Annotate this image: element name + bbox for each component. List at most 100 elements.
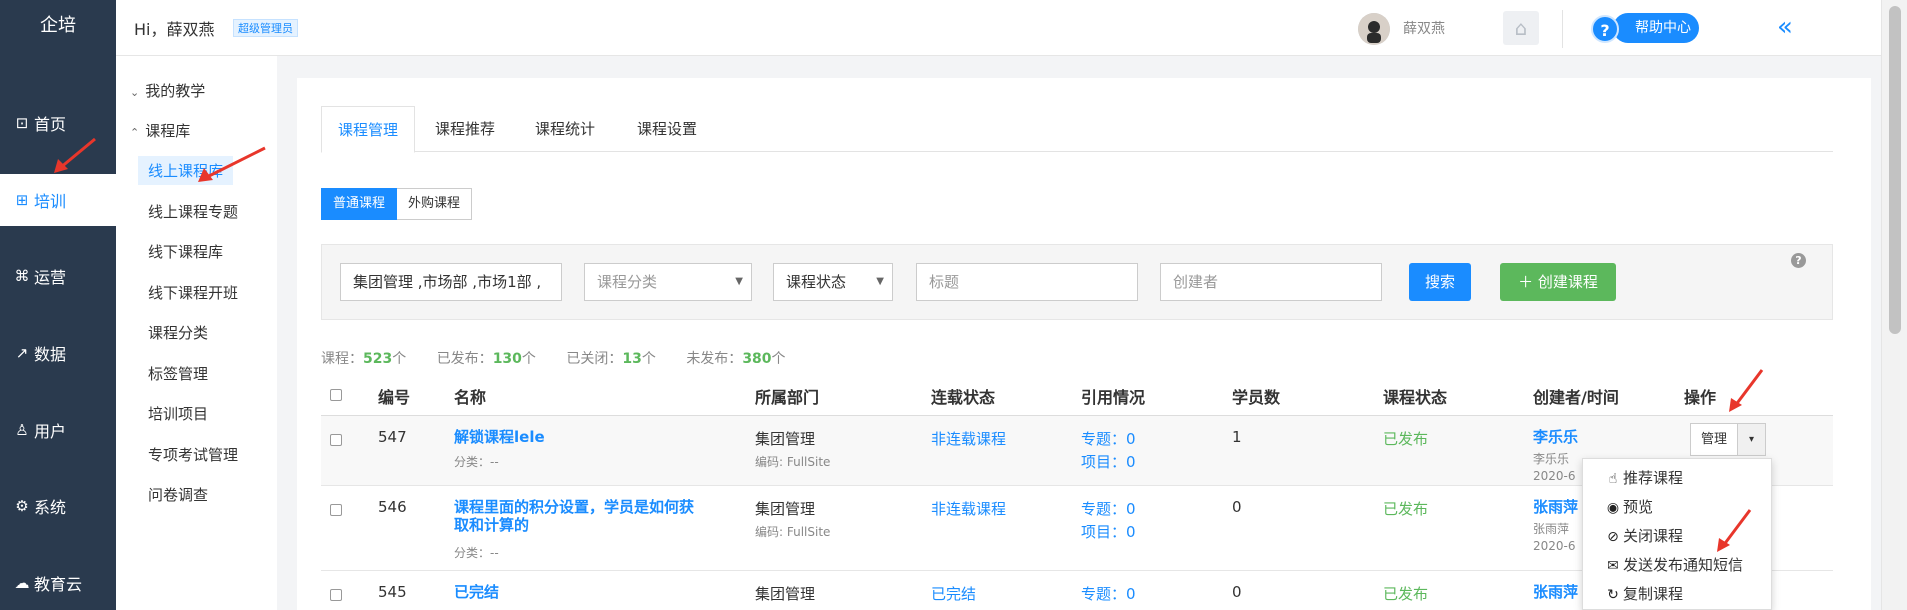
home-icon: ⌂	[1514, 16, 1528, 40]
student-count: 1	[1232, 428, 1242, 446]
ref-topic-link[interactable]: 专题：0	[1081, 428, 1136, 449]
course-name-link[interactable]: 课程里面的积分设置，学员是如何获取和计算的	[454, 498, 699, 534]
nav-label: 教育云	[34, 575, 83, 594]
ref-project-link[interactable]: 项目：0	[1081, 451, 1136, 472]
menu-item-send-sms[interactable]: ✉ 发送发布通知短信	[1603, 554, 1743, 575]
creator-link[interactable]: 张雨萍	[1533, 496, 1578, 517]
scrollbar-thumb[interactable]	[1889, 6, 1901, 334]
sub-item-offline-class[interactable]: 线下课程开班	[148, 282, 238, 303]
nav-label: 数据	[34, 345, 67, 364]
caret-down-icon: ▼	[735, 276, 743, 287]
menu-item-label: 复制课程	[1623, 585, 1684, 603]
sub-item-category[interactable]: 课程分类	[148, 322, 208, 343]
menu-item-close-course[interactable]: ⊘ 关闭课程	[1603, 525, 1683, 546]
manage-button[interactable]: 管理	[1690, 423, 1739, 456]
create-course-button[interactable]: ＋ 创建课程	[1500, 263, 1616, 301]
page-scrollbar[interactable]	[1881, 0, 1907, 610]
chevron-down-icon: ⌄	[130, 86, 140, 99]
search-button[interactable]: 搜索	[1409, 263, 1471, 301]
sub-group-my-teaching[interactable]: ⌄ 我的教学	[130, 80, 205, 101]
row-checkbox[interactable]	[330, 589, 342, 601]
menu-item-recommend[interactable]: ☝ 推荐课程	[1603, 467, 1683, 488]
select-all-checkbox[interactable]	[330, 389, 342, 401]
chart-icon: ↗	[15, 344, 29, 362]
course-serial: 非连载课程	[931, 430, 1007, 448]
command-icon: ⌘	[14, 267, 30, 285]
creator-input[interactable]: 创建者	[1160, 263, 1382, 301]
normal-course-button[interactable]: 普通课程	[321, 188, 398, 220]
column-header: 连载状态	[931, 388, 996, 407]
creator-link[interactable]: 张雨萍	[1533, 581, 1578, 602]
collapse-icon[interactable]: «	[1777, 12, 1793, 42]
avatar[interactable]	[1358, 13, 1390, 45]
nav-item-system[interactable]: ⚙ 系统	[0, 480, 116, 532]
sub-item-exam[interactable]: 专项考试管理	[148, 444, 238, 465]
tab-course-stats[interactable]: 课程统计	[519, 106, 611, 153]
course-serial: 非连载课程	[931, 500, 1007, 518]
status-select[interactable]: 课程状态 ▼	[773, 263, 893, 301]
manage-dropdown-toggle[interactable]: ▾	[1738, 423, 1767, 456]
book-icon: ⊞	[15, 191, 29, 209]
help-icon[interactable]: ?	[1791, 253, 1806, 268]
tab-course-recommend[interactable]: 课程推荐	[419, 106, 511, 153]
column-header: 所属部门	[755, 388, 820, 407]
ref-project-link[interactable]: 项目：0	[1081, 521, 1136, 542]
course-dept: 集团管理	[755, 585, 816, 603]
category-select[interactable]: 课程分类 ▼	[584, 263, 752, 301]
title-input[interactable]: 标题	[916, 263, 1138, 301]
stat-closed: 已关闭：13个	[566, 351, 656, 367]
top-bar: Hi，薛双燕 超级管理员 薛双燕 ⌂ 帮助中心 ? «	[116, 0, 1907, 56]
annotation-arrow	[1717, 509, 1752, 552]
nav-item-operations[interactable]: ⌘ 运营	[0, 250, 116, 302]
sub-item-offline-library[interactable]: 线下课程库	[148, 241, 223, 262]
sub-item-online-topic[interactable]: 线上课程专题	[148, 201, 238, 222]
ref-topic-link[interactable]: 专题：0	[1081, 583, 1136, 604]
tab-course-settings[interactable]: 课程设置	[621, 106, 713, 153]
help-center-label: 帮助中心	[1635, 20, 1691, 36]
annotation-arrow	[1729, 369, 1764, 412]
annotation-arrow	[54, 137, 96, 173]
course-id: 546	[378, 498, 407, 516]
external-course-button[interactable]: 外购课程	[397, 188, 473, 220]
creator-name: 张雨萍	[1533, 522, 1570, 536]
nav-item-users[interactable]: ♙ 用户	[0, 404, 116, 456]
column-header: 创建者/时间	[1533, 388, 1619, 407]
gear-icon: ⚙	[15, 497, 29, 515]
column-header: 名称	[454, 388, 487, 407]
stat-unpublished: 未发布：380个	[686, 351, 786, 367]
ref-topic-link[interactable]: 专题：0	[1081, 498, 1136, 519]
sub-group-course-library[interactable]: ⌃ 课程库	[130, 120, 190, 141]
sub-item-tags[interactable]: 标签管理	[148, 363, 208, 384]
menu-item-label: 关闭课程	[1623, 527, 1684, 545]
row-checkbox[interactable]	[330, 504, 342, 516]
department-field[interactable]: 集团管理 ,市场部 ,市场1部 ,	[340, 263, 562, 301]
sub-group-label: 我的教学	[145, 82, 206, 100]
help-center-button[interactable]: 帮助中心	[1613, 13, 1699, 43]
menu-item-copy-course[interactable]: ↻ 复制课程	[1603, 583, 1683, 604]
sub-item-survey[interactable]: 问卷调查	[148, 484, 208, 505]
creator-link[interactable]: 李乐乐	[1533, 426, 1578, 447]
course-name-link[interactable]: 已完结	[454, 583, 699, 601]
greeting: Hi，薛双燕	[134, 20, 215, 39]
home-button[interactable]: ⌂	[1503, 11, 1539, 45]
username[interactable]: 薛双燕	[1403, 18, 1445, 38]
nav-item-edu-cloud[interactable]: ☁ 教育云	[0, 557, 116, 609]
status-placeholder: 课程状态	[786, 273, 847, 291]
row-action-group: 管理 ▾	[1690, 423, 1767, 456]
created-date: 2020-6	[1533, 469, 1576, 483]
create-course-label: 创建课程	[1537, 273, 1598, 291]
course-name-link[interactable]: 解锁课程lele	[454, 428, 699, 446]
sub-item-training-project[interactable]: 培训项目	[148, 403, 208, 424]
category-placeholder: 课程分类	[597, 273, 658, 291]
course-status: 已发布	[1383, 585, 1429, 603]
nav-item-data[interactable]: ↗ 数据	[0, 327, 116, 379]
row-checkbox[interactable]	[330, 434, 342, 446]
nav-label: 系统	[34, 498, 67, 517]
tab-course-management[interactable]: 课程管理	[321, 106, 416, 153]
question-icon[interactable]: ?	[1591, 15, 1619, 43]
course-dept-code: 编码: FullSite	[755, 525, 831, 539]
menu-item-preview[interactable]: ◉ 预览	[1603, 496, 1653, 517]
nav-item-training[interactable]: ⊞ 培训	[0, 174, 116, 226]
course-status: 已发布	[1383, 430, 1429, 448]
user-icon: ♙	[15, 421, 29, 439]
